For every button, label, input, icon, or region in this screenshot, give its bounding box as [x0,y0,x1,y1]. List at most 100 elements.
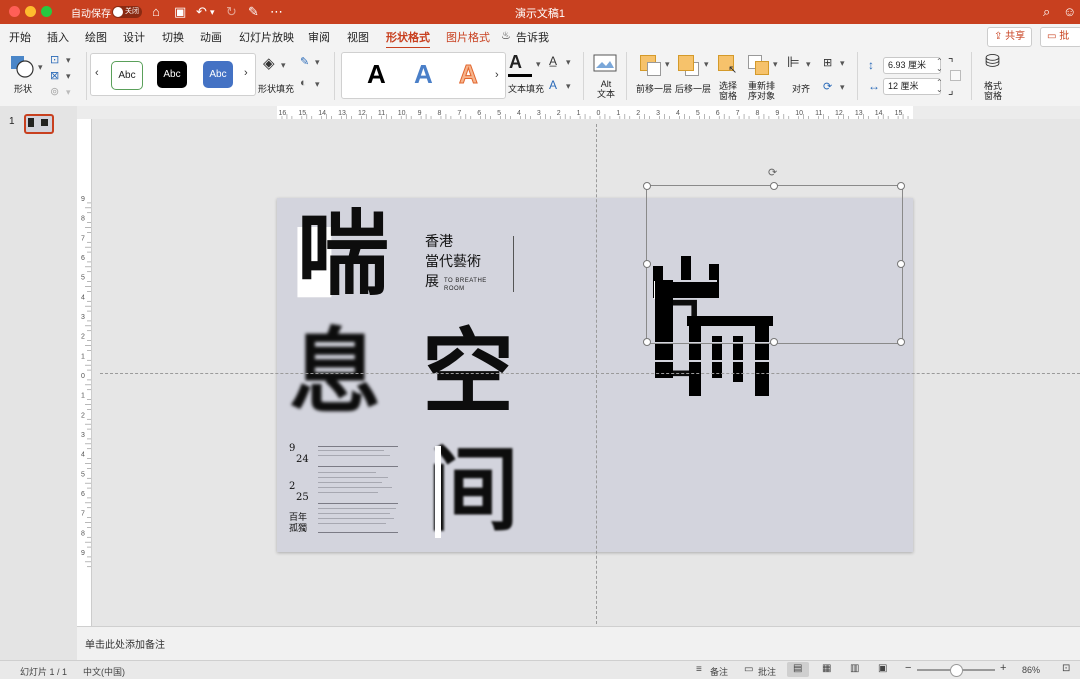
selection-pane-label[interactable]: 选择 窗格 [719,81,737,101]
reorder-objects-label[interactable]: 重新排 序对象 [748,81,775,101]
tab-transitions[interactable]: 切换 [162,29,184,45]
comments-icon[interactable]: ▭ [744,664,753,675]
resize-handle-n[interactable] [770,182,778,190]
alt-text-icon[interactable] [593,54,617,77]
tab-home[interactable]: 开始 [9,29,31,45]
fit-to-window-icon[interactable]: ⊡ [1062,663,1070,674]
notes-icon[interactable]: ≡ [696,664,702,675]
tab-shape-format[interactable]: 形状格式 [386,29,430,49]
search-icon[interactable]: ⌕ [1043,4,1050,20]
slide-glyph-chuan[interactable]: 喘 [297,208,389,300]
wordart-orange[interactable]: A [459,59,479,90]
merge-dropdown-icon[interactable]: ▾ [66,87,71,98]
reading-view-icon[interactable]: ▥ [850,663,859,674]
tab-design[interactable]: 设计 [123,29,145,45]
edit-shape-dropdown-icon[interactable]: ▾ [66,55,71,66]
send-backward-dropdown-icon[interactable]: ▾ [704,59,709,70]
tab-animations[interactable]: 动画 [200,29,222,45]
resize-handle-s[interactable] [770,338,778,346]
text-effects-icon[interactable]: A [549,78,557,92]
text-fill-dropdown-icon[interactable]: ▾ [536,59,541,70]
tab-picture-format[interactable]: 图片格式 [446,29,490,45]
shape-fill-dropdown-icon[interactable]: ▾ [281,60,286,71]
comments-toggle[interactable]: 批注 [758,665,776,678]
shape-width-field[interactable]: 12 厘米 [883,78,941,95]
tell-me-search[interactable]: 告诉我 [516,29,549,45]
zoom-level[interactable]: 86% [1022,665,1040,675]
effects-dropdown-icon[interactable]: ▾ [315,79,320,90]
comments-button[interactable]: ▭ 批注 [1040,27,1080,47]
slideshow-icon[interactable]: ▣ [878,663,887,674]
resize-handle-ne[interactable] [897,182,905,190]
shape-fill-icon[interactable]: ◈ [263,54,275,72]
group-dropdown-icon[interactable]: ▾ [840,58,845,69]
merge-shapes-icon[interactable]: ⊚ [50,85,59,98]
edit-shape-icon[interactable]: ⊡ [50,53,59,66]
resize-handle-sw[interactable] [643,338,651,346]
tab-slideshow[interactable]: 幻灯片放映 [239,29,294,45]
vertical-guide[interactable] [596,124,597,624]
reorder-dropdown-icon[interactable]: ▾ [773,59,778,70]
wordart-black[interactable]: A [367,59,386,89]
alt-text-label[interactable]: Alt 文本 [597,79,615,99]
style-preset-outline[interactable]: Abc [111,61,143,90]
horizontal-guide[interactable] [100,373,1080,374]
zoom-slider-knob[interactable] [950,664,963,677]
reorder-objects-icon[interactable] [755,61,769,75]
resize-handle-e[interactable] [897,260,905,268]
vertical-ruler[interactable]: 9 8 7 6 5 4 3 2 1 0 1 2 3 4 5 6 7 8 9 [77,119,92,626]
notes-placeholder[interactable]: 单击此处添加备注 [85,636,165,651]
rotate-dropdown-icon[interactable]: ▾ [840,82,845,93]
tab-view[interactable]: 视图 [347,29,369,45]
format-pane-icon[interactable]: ⛁ [985,51,1000,72]
language-indicator[interactable]: 中文(中国) [83,665,125,678]
notes-pane[interactable]: 单击此处添加备注 [77,626,1080,661]
align-dropdown-icon[interactable]: ▾ [806,59,811,70]
resize-handle-se[interactable] [897,338,905,346]
gallery-next-icon[interactable]: › [244,67,248,79]
tab-review[interactable]: 审阅 [308,29,330,45]
group-icon[interactable]: ⊞ [823,56,832,69]
lock-aspect-bottom-icon[interactable]: ⌟ [948,83,954,97]
account-icon[interactable]: ☺ [1063,4,1076,20]
tab-draw[interactable]: 绘图 [85,29,107,45]
notes-toggle[interactable]: 备注 [710,665,728,678]
resize-handle-nw[interactable] [643,182,651,190]
slide-thumbnail[interactable] [24,114,54,134]
text-outline-icon[interactable]: A̲ [549,54,557,68]
tab-insert[interactable]: 插入 [47,29,69,45]
zoom-in-icon[interactable]: + [1000,662,1006,674]
horizontal-ruler[interactable]: 16 15 14 13 12 11 10 9 8 7 6 5 4 3 2 1 0 1 2 3 4 5 6 7 8 9 10 11 12 1… [277,106,929,120]
style-preset-black[interactable]: Abc [157,61,187,88]
text-box-dropdown-icon[interactable]: ▾ [66,71,71,82]
send-backward-icon[interactable] [678,55,694,71]
rotate-handle-icon[interactable]: ⟳ [768,166,777,179]
text-box-icon[interactable]: ⊠ [50,69,59,82]
lock-aspect-checkbox[interactable] [950,70,961,81]
text-outline-dropdown-icon[interactable]: ▾ [566,57,571,68]
shape-effects-icon[interactable]: ◐ [300,77,307,89]
style-preset-blue[interactable]: Abc [203,61,233,88]
format-pane-label[interactable]: 格式 窗格 [984,81,1002,101]
rotate-icon[interactable]: ⟳ [823,80,832,93]
shape-dropdown-icon[interactable]: ▾ [38,62,43,73]
text-effects-dropdown-icon[interactable]: ▾ [566,81,571,92]
wordart-blue[interactable]: A [414,59,433,89]
lock-aspect-top-icon[interactable]: ⌝ [948,56,954,70]
zoom-out-icon[interactable]: − [905,662,911,674]
slide-glyph-kong[interactable]: 空 [422,326,514,418]
height-stepper-icon[interactable]: ⌃ ⌄ [936,58,943,73]
shape-outline-icon[interactable]: ✎ [300,55,309,68]
share-button[interactable]: ⇪ 共享 [987,27,1033,47]
outline-dropdown-icon[interactable]: ▾ [315,57,320,68]
shape-height-field[interactable]: 6.93 厘米 [883,57,941,74]
slide-sorter-icon[interactable]: ▦ [822,663,831,674]
bring-forward-dropdown-icon[interactable]: ▾ [665,59,670,70]
slide-glyph-xi[interactable]: 息 [289,326,381,418]
shape-icon[interactable] [10,54,34,78]
width-stepper-icon[interactable]: ⌃ ⌄ [936,79,943,94]
text-fill-icon[interactable]: A [509,52,522,72]
selected-shape[interactable]: ⟳ [643,167,905,346]
align-icon[interactable]: ⊫ [787,53,800,71]
wordart-next-icon[interactable]: › [495,69,499,81]
